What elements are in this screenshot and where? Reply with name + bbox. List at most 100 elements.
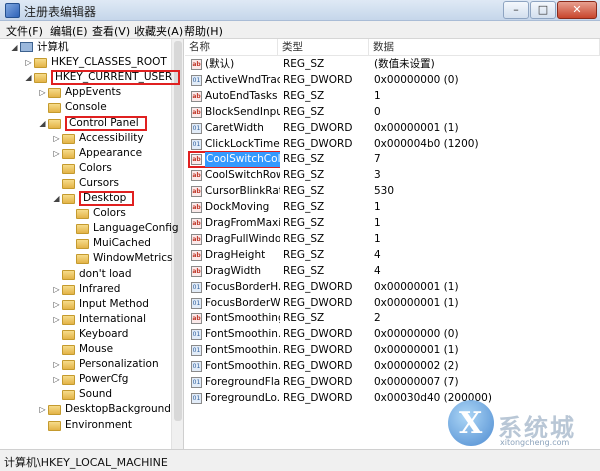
key-tree[interactable]: ◢ 计算机 ▷ HKEY_CLASSES_ROOT ◢ HKEY_CURRENT_USER… [0, 39, 184, 449]
value-row[interactable]: 01 FontSmoothin... REG_DWORD 0x00000001 (1) [185, 343, 600, 358]
column-data[interactable]: 数据 [369, 39, 600, 56]
value-row[interactable]: 01 FontSmoothin... REG_DWORD 0x00000000 (0) [185, 327, 600, 342]
value-row[interactable]: ab (默认) REG_SZ (数值未设置) [185, 57, 600, 72]
value-row[interactable]: ab FontSmoothing REG_SZ 2 [185, 311, 600, 326]
regedit-app-icon [5, 3, 20, 18]
value-row[interactable]: 01 ClickLockTime REG_DWORD 0x000004b0 (1200… [185, 137, 600, 152]
value-type: REG_SZ [283, 248, 325, 261]
close-button[interactable]: ✕ [557, 1, 597, 19]
value-data: 1 [374, 201, 381, 214]
value-data: 0x000004b0 (1200) [374, 137, 479, 150]
menu-favorites[interactable]: 收藏夹(A) [134, 23, 183, 39]
value-name: FontSmoothin... [205, 344, 280, 357]
folder-icon [76, 224, 89, 235]
menu-file[interactable]: 文件(F) [6, 23, 43, 39]
value-data: 530 [374, 185, 395, 198]
expanded-arrow-icon[interactable]: ◢ [24, 70, 33, 85]
collapsed-arrow-icon[interactable]: ▷ [52, 312, 61, 327]
value-type: REG_DWORD [283, 137, 353, 150]
value-type: REG_SZ [283, 185, 325, 198]
string-value-icon: ab [191, 59, 202, 70]
watermark: X 系统城 xitongcheng.com [448, 400, 598, 468]
column-type[interactable]: 类型 [278, 39, 369, 56]
folder-icon [62, 375, 75, 386]
tree-item-label: Appearance [79, 146, 143, 159]
folder-icon [48, 88, 61, 99]
value-data: 0x00000001 (1) [374, 344, 459, 357]
collapsed-arrow-icon[interactable]: ▷ [38, 85, 47, 100]
value-row[interactable]: 01 FontSmoothin... REG_DWORD 0x00000002 (2) [185, 359, 600, 374]
menu-help[interactable]: 帮助(H) [184, 23, 223, 39]
collapsed-arrow-icon[interactable]: ▷ [52, 131, 61, 146]
value-row[interactable]: 01 FocusBorderH... REG_DWORD 0x00000001 (1) [185, 280, 600, 295]
value-name: BlockSendInpu... [205, 105, 280, 118]
collapsed-arrow-icon[interactable]: ▷ [24, 55, 33, 70]
tree-item-label: Environment [65, 418, 133, 431]
expanded-arrow-icon[interactable]: ◢ [38, 116, 47, 131]
collapsed-arrow-icon[interactable]: ▷ [52, 297, 61, 312]
expanded-arrow-icon[interactable]: ◢ [10, 40, 19, 55]
value-data: (数值未设置) [374, 58, 435, 70]
folder-icon [34, 58, 47, 69]
folder-icon [62, 329, 75, 340]
binary-value-icon: 01 [191, 361, 202, 373]
value-name: ActiveWndTrac... [205, 73, 280, 86]
string-value-icon: ab [191, 233, 202, 245]
folder-icon [62, 269, 75, 280]
menu-edit[interactable]: 编辑(E) [50, 23, 88, 39]
collapsed-arrow-icon[interactable]: ▷ [52, 372, 61, 387]
value-row[interactable]: ab DragWidth REG_SZ 4 [185, 264, 600, 279]
binary-value-icon: 01 [191, 392, 202, 404]
value-data: 0x00000001 (1) [374, 280, 459, 293]
collapsed-arrow-icon[interactable]: ▷ [38, 402, 47, 417]
value-data: 0x00000000 (0) [374, 73, 459, 86]
string-value-icon: ab [191, 186, 202, 198]
value-name: AutoEndTasks [205, 89, 278, 102]
expanded-arrow-icon[interactable]: ◢ [52, 191, 61, 206]
value-row[interactable]: 01FocusBorderW...REG_DWORD 0x00000001 (1) [185, 296, 600, 311]
value-row[interactable]: abDragFullWindo...REG_SZ 1 [185, 232, 600, 247]
value-row[interactable]: abCoolSwitchCol...REG_SZ7 [185, 151, 600, 169]
value-row[interactable]: abDragFromMaxi...REG_SZ 1 [185, 216, 600, 231]
value-name: ForegroundLo... [205, 391, 280, 404]
value-type: REG_DWORD [283, 121, 353, 134]
value-data: 0x00000007 (7) [374, 376, 459, 388]
value-row[interactable]: abCoolSwitchRowsREG_SZ 3 [185, 168, 600, 183]
value-type: REG_DWORD [283, 360, 353, 373]
binary-value-icon: 01 [191, 345, 202, 357]
value-row[interactable]: ab AutoEndTasks REG_SZ 1 [185, 89, 600, 104]
value-row[interactable]: abCursorBlinkRateREG_SZ 530 [185, 184, 600, 199]
value-row[interactable]: ab DockMoving REG_SZ 1 [185, 200, 600, 215]
minimize-button[interactable]: – [503, 1, 529, 19]
value-data: 7 [374, 153, 381, 166]
collapsed-arrow-icon[interactable]: ▷ [52, 357, 61, 372]
string-value-icon: ab [191, 170, 202, 182]
value-row[interactable]: ab DragHeight REG_SZ 4 [185, 248, 600, 263]
window-title: 注册表编辑器 [24, 5, 97, 19]
binary-value-icon: 01 [191, 74, 202, 86]
value-row[interactable]: 01 CaretWidth REG_DWORD 0x00000001 (1) [185, 121, 600, 136]
value-row[interactable]: 01ActiveWndTrac...REG_DWORD 0x00000000 (0… [185, 73, 600, 88]
tree-item-label: HKEY_CURRENT_USER [51, 70, 181, 86]
tree-item-label: LanguageConfig [93, 222, 179, 235]
menu-view[interactable]: 查看(V) [92, 23, 130, 39]
value-list[interactable]: 名称 类型 数据 ab (默认) REG_SZ (数值未设置) 01 ActiveWndT… [185, 39, 600, 449]
folder-icon [62, 194, 75, 204]
collapsed-arrow-icon[interactable]: ▷ [52, 282, 61, 297]
value-name: DragWidth [205, 264, 262, 277]
value-type: REG_DWORD [283, 328, 353, 341]
column-name[interactable]: 名称 [185, 39, 278, 56]
value-row[interactable]: abBlockSendInpu...REG_SZ 0 [185, 105, 600, 120]
value-name: FontSmoothin... [205, 360, 280, 373]
status-path: 计算机\HKEY_LOCAL_MACHINE [4, 456, 168, 469]
collapsed-arrow-icon[interactable]: ▷ [52, 146, 61, 161]
binary-value-icon: 01 [191, 122, 202, 134]
value-data: 0x00000001 (1) [374, 296, 459, 309]
value-data: 1 [374, 232, 381, 245]
value-row[interactable]: 01ForegroundFla...REG_DWORD 0x00000007 (7… [185, 375, 600, 390]
folder-icon [48, 405, 61, 416]
maximize-button[interactable]: □ [530, 1, 556, 19]
string-value-icon: ab [191, 313, 202, 325]
tree-scrollbar[interactable] [171, 39, 183, 449]
menu-bar: 文件(F) 编辑(E) 查看(V) 收藏夹(A) 帮助(H) [0, 21, 600, 39]
